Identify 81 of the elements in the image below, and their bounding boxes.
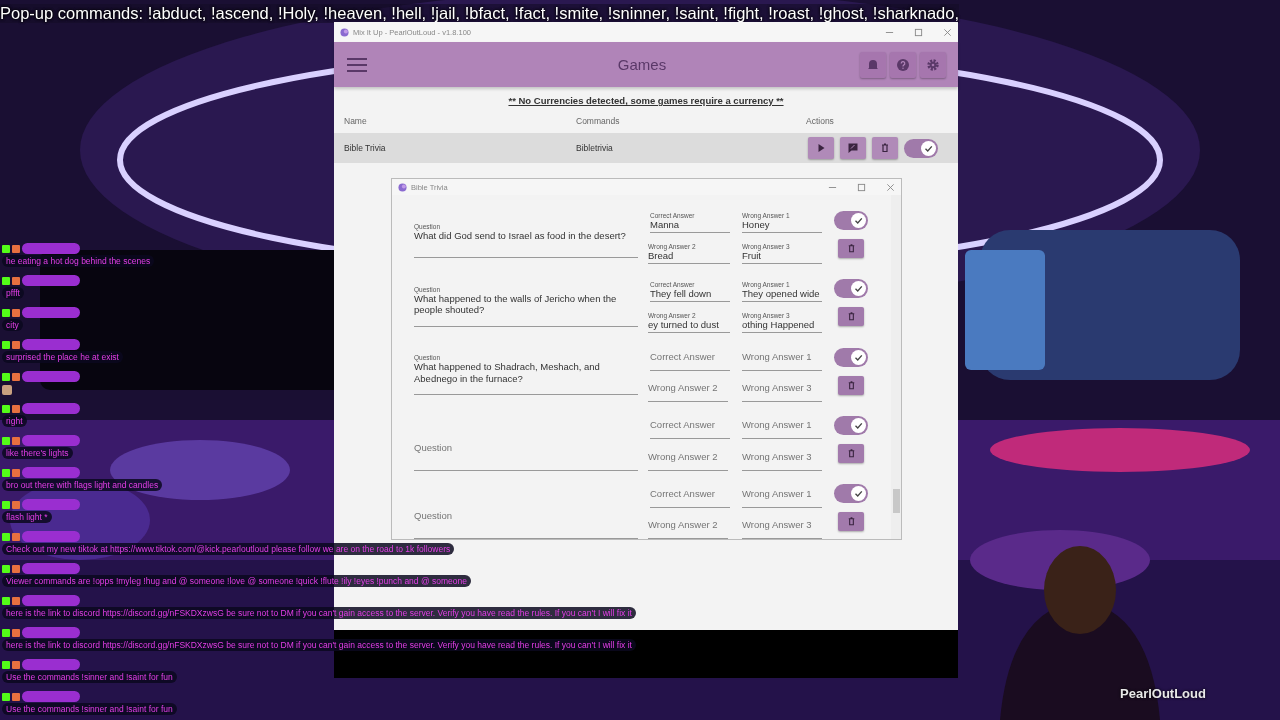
chat-message: here is the link to discord https://discord.gg/nFSKDXzwsG be sure not to DM if you can't gain access to the server. Verify you have read the rules. If you can't I will fix it bbox=[2, 607, 636, 619]
delete-button[interactable] bbox=[838, 512, 864, 532]
menu-icon[interactable] bbox=[346, 56, 368, 73]
maximize-icon[interactable] bbox=[914, 27, 923, 37]
table-cell-text: Bibletrivia bbox=[576, 143, 614, 153]
page-title: Games bbox=[616, 56, 668, 73]
streamer-name: PearlOutLoud bbox=[1120, 686, 1206, 701]
chat-message: bro out there with flags light and candles bbox=[2, 479, 163, 491]
answer-field[interactable]: Wrong Answer 3 bbox=[742, 513, 822, 539]
answer-field[interactable]: Wrong Answer 1 bbox=[742, 345, 822, 371]
chat-message: like there's lights bbox=[2, 447, 73, 459]
delete-button[interactable] bbox=[838, 375, 864, 395]
notice-text: ** No Currencies detected, some games require a currency ** bbox=[508, 95, 784, 106]
chat-message: pffft bbox=[2, 287, 24, 299]
column-header: Name bbox=[344, 116, 368, 126]
username-pill bbox=[22, 691, 80, 702]
chat-message: flash light * bbox=[2, 511, 52, 523]
username-pill bbox=[22, 659, 80, 670]
username-pill bbox=[22, 339, 80, 350]
toggle-switch[interactable] bbox=[904, 138, 938, 158]
username-pill bbox=[22, 371, 80, 382]
trash-icon bbox=[879, 142, 891, 154]
username-pill bbox=[22, 627, 80, 638]
play-button[interactable] bbox=[808, 137, 834, 159]
column-header: Commands bbox=[576, 116, 621, 126]
username-pill bbox=[22, 403, 80, 414]
chat-message: Check out my new tiktok at https://www.tiktok.com/@kick.pearloutloud please follow we are on the road to 1k followers bbox=[2, 543, 455, 555]
close-icon[interactable] bbox=[943, 27, 952, 37]
message-icon bbox=[847, 142, 859, 154]
username-pill bbox=[22, 595, 80, 606]
toggle-switch[interactable] bbox=[834, 415, 868, 435]
delete-button[interactable] bbox=[838, 443, 864, 463]
question-field[interactable]: Question bbox=[414, 426, 638, 471]
app-logo-icon bbox=[398, 182, 407, 192]
answer-field[interactable]: Correct Answer bbox=[650, 481, 730, 508]
emote-icon bbox=[2, 385, 12, 395]
bell-icon bbox=[866, 57, 880, 72]
username-pill bbox=[22, 499, 80, 510]
answer-field[interactable]: Wrong Answer 3 bbox=[742, 444, 822, 471]
maximize-icon[interactable] bbox=[857, 182, 866, 192]
username-pill bbox=[22, 307, 80, 318]
chat-message: surprised the place he at exist bbox=[2, 351, 123, 363]
chat-message: Use the commands !sinner and !saint for fun bbox=[2, 671, 177, 683]
edit-button[interactable] bbox=[840, 137, 866, 159]
question-field[interactable]: Question bbox=[414, 495, 638, 539]
chat-message: Viewer commands are !opps !myleg !hug and @ someone !love @ someone !quick !flute !ily !eyes !punch and @ someone bbox=[2, 575, 471, 587]
toggle-switch[interactable] bbox=[834, 347, 868, 367]
toggle-switch[interactable] bbox=[834, 279, 868, 299]
username-pill bbox=[22, 243, 80, 254]
answer-field[interactable]: Correct Answer bbox=[650, 345, 730, 371]
username-pill bbox=[22, 531, 80, 542]
answer-field[interactable]: Correct Answer bbox=[650, 413, 730, 440]
app-logo-icon bbox=[340, 27, 349, 37]
toggle-switch[interactable] bbox=[834, 484, 868, 504]
chat-message: he eating a hot dog behind the scenes bbox=[2, 255, 155, 267]
delete-button[interactable] bbox=[838, 238, 864, 258]
chat-message: Use the commands !sinner and !saint for fun bbox=[2, 703, 177, 715]
answer-field[interactable]: Wrong Answer 1 bbox=[742, 413, 822, 440]
help-button[interactable] bbox=[890, 51, 916, 78]
chat-message: here is the link to discord https://discord.gg/nFSKDXzwsG be sure not to DM if you can't gain access to the server. Verify you have read the rules. If you can't I will fix it bbox=[2, 639, 636, 651]
answer-field[interactable]: Wrong Answer 2 bbox=[648, 444, 728, 471]
username-pill bbox=[22, 563, 80, 574]
help-icon bbox=[896, 57, 910, 72]
notifications-button[interactable] bbox=[860, 51, 886, 78]
answer-field[interactable]: Wrong Answer 2 bbox=[648, 376, 728, 403]
settings-icon bbox=[926, 57, 940, 72]
answer-field[interactable]: Wrong Answer 2 bbox=[648, 513, 728, 539]
scrollbar[interactable] bbox=[891, 195, 901, 539]
settings-button[interactable] bbox=[920, 51, 946, 78]
column-header: Actions bbox=[806, 116, 835, 126]
answer-field[interactable]: Wrong Answer 3 bbox=[742, 376, 822, 403]
username-pill bbox=[22, 467, 80, 478]
answer-field[interactable]: Wrong Answer 1 bbox=[742, 481, 822, 508]
close-icon[interactable] bbox=[886, 182, 895, 192]
chat-message: right bbox=[2, 415, 27, 427]
table-cell-text: Bible Trivia bbox=[344, 143, 387, 153]
delete-button[interactable] bbox=[838, 307, 864, 327]
username-pill bbox=[22, 435, 80, 446]
chat-message: city bbox=[2, 319, 23, 331]
toggle-switch[interactable] bbox=[834, 210, 868, 230]
username-pill bbox=[22, 275, 80, 286]
